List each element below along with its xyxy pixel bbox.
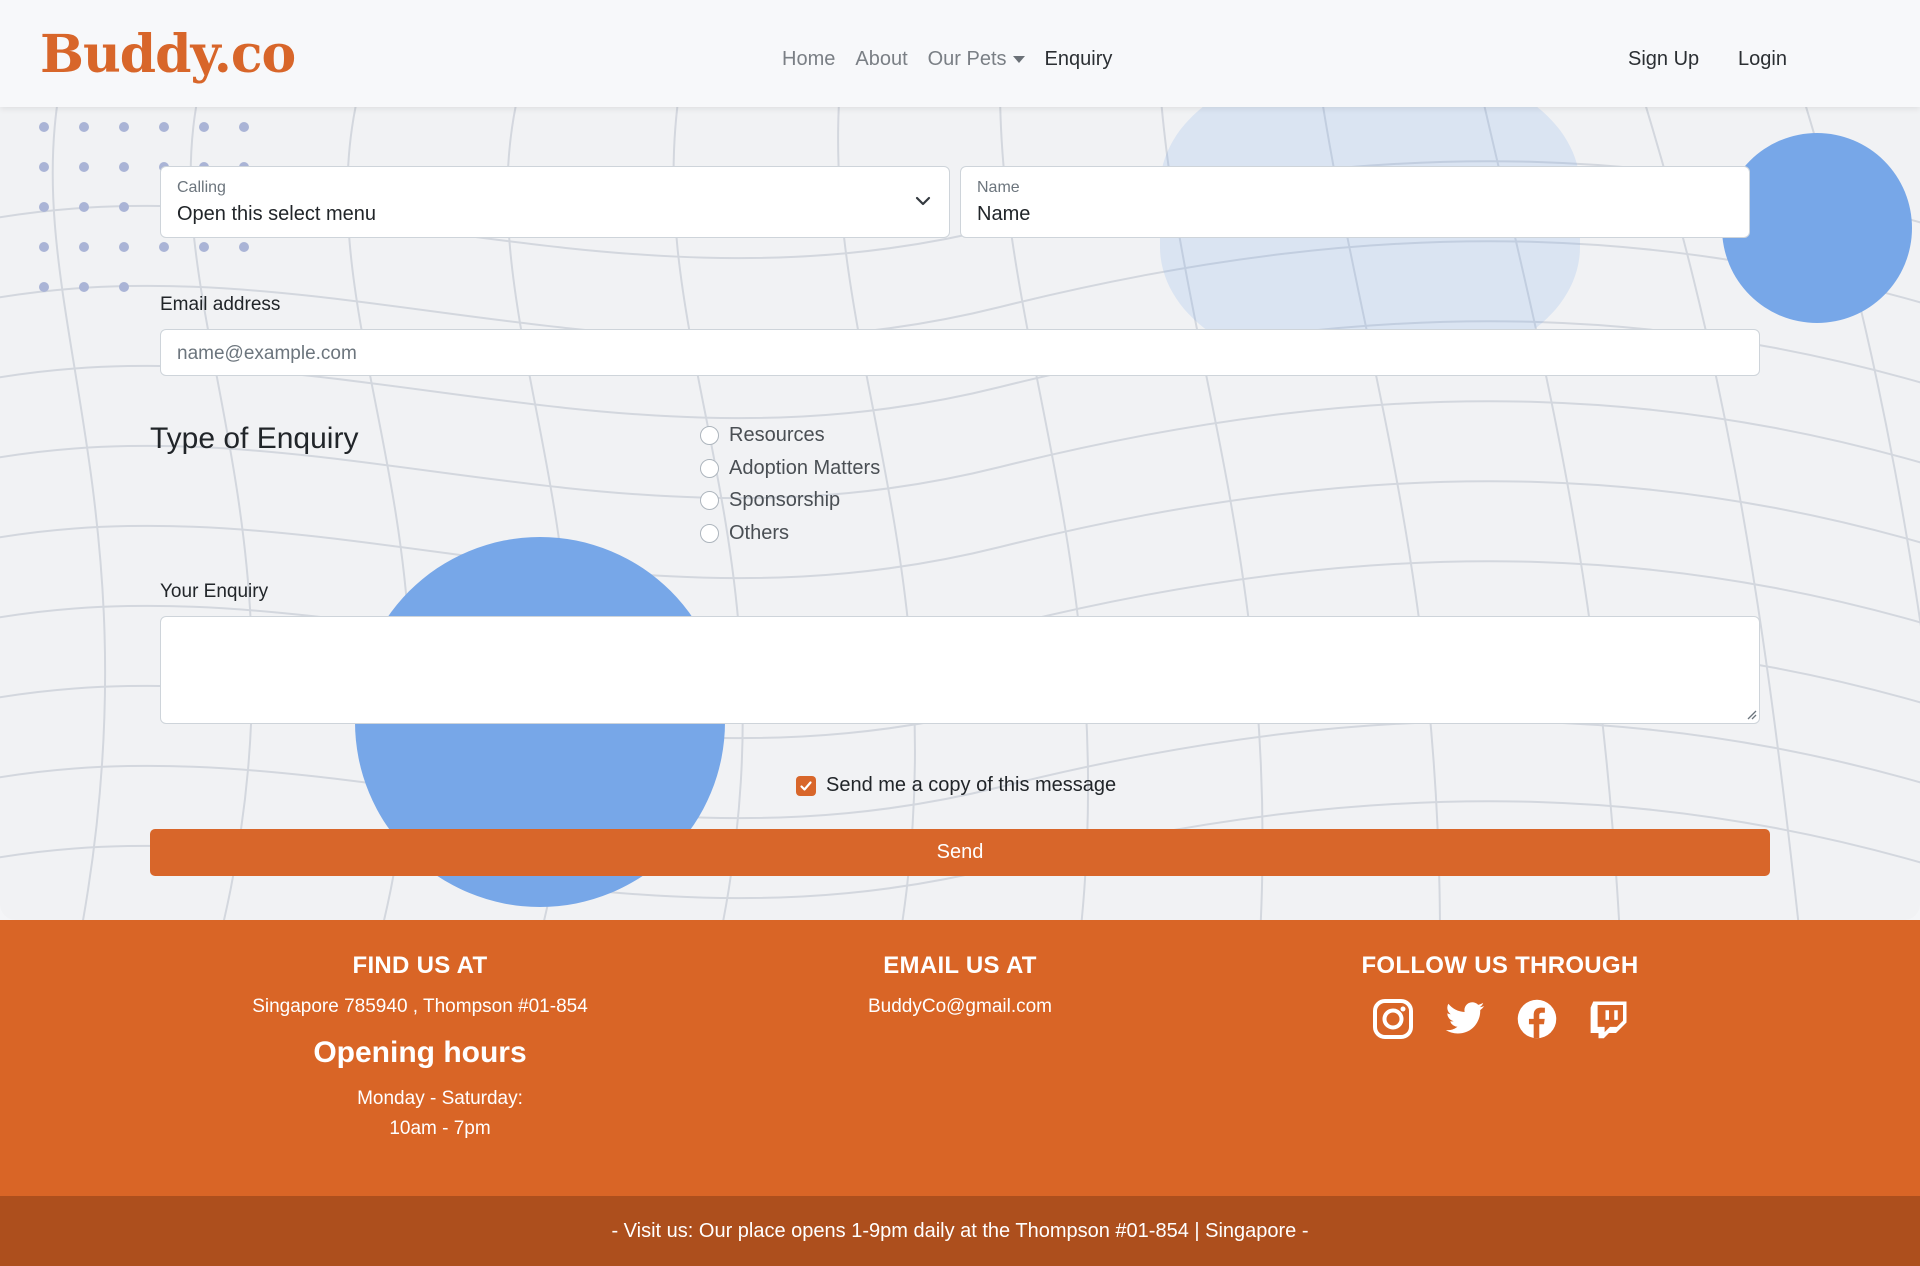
blue-circle-decoration [1722,133,1912,323]
copy-checkbox-label: Send me a copy of this message [826,774,1117,796]
calling-label: Calling [177,179,226,196]
check-icon [800,780,812,791]
radio-button[interactable] [700,459,719,478]
enquiry-type-title: Type of Enquiry [150,422,359,455]
calling-value: Open this select menu [177,203,376,225]
email-placeholder: name@example.com [177,343,357,364]
find-us-column: FIND US AT Singapore 785940 , Thompson #… [220,952,620,1140]
radio-sponsorship[interactable]: Sponsorship [700,489,840,512]
radio-label: Sponsorship [729,489,841,511]
radio-label: Resources [729,424,825,446]
name-value: Name [977,203,1031,225]
twitter-icon[interactable] [1444,998,1486,1040]
your-enquiry-textarea[interactable] [160,616,1760,724]
footer: FIND US AT Singapore 785940 , Thompson #… [0,920,1920,1196]
nav-our-pets-dropdown[interactable]: Our Pets [928,48,1025,71]
radio-resources[interactable]: Resources [700,424,825,447]
radio-label: Others [729,522,790,544]
nav-our-pets-label: Our Pets [927,48,1007,70]
email-link[interactable]: BuddyCo@gmail.com [760,996,1160,1018]
radio-button[interactable] [700,426,719,445]
radio-adoption-matters[interactable]: Adoption Matters [700,457,880,480]
facebook-icon[interactable] [1516,998,1558,1040]
navbar: Buddy.co Home About Our Pets Enquiry Sig… [0,0,1920,107]
footer-bottom-bar: - Visit us: Our place opens 1-9pm daily … [0,1196,1920,1266]
twitch-icon[interactable] [1588,998,1630,1040]
email-field[interactable]: name@example.com [160,329,1760,376]
email-label: Email address [160,294,281,315]
checkbox-checked[interactable] [796,775,816,796]
nav-about[interactable]: About [855,48,907,71]
opening-times: 10am - 7pm [389,1118,491,1139]
main-nav: Home About Our Pets Enquiry [782,48,1112,71]
opening-hours-heading: Opening hours [313,1036,527,1069]
your-enquiry-label: Your Enquiry [160,581,269,602]
nav-enquiry[interactable]: Enquiry [1045,48,1113,71]
radio-button[interactable] [700,491,719,510]
radio-others[interactable]: Others [700,522,789,545]
radio-label: Adoption Matters [729,457,881,479]
copy-checkbox-row[interactable]: Send me a copy of this message [796,774,1116,797]
send-button[interactable]: Send [150,829,1770,876]
calling-select[interactable]: Calling Open this select menu [160,166,950,238]
name-field[interactable]: Name Name [960,166,1750,238]
name-label: Name [977,179,1020,196]
caret-down-icon [1012,56,1025,64]
instagram-icon[interactable] [1372,998,1414,1040]
login-link[interactable]: Login [1738,48,1787,71]
follow-us-column: FOLLOW US THROUGH [1300,952,1700,980]
sign-up-link[interactable]: Sign Up [1628,48,1699,71]
brand-logo[interactable]: Buddy.co [40,24,296,85]
nav-home[interactable]: Home [782,48,835,71]
find-us-heading: FIND US AT [352,952,488,979]
opening-days: Monday - Saturday: [357,1088,523,1109]
social-icons [1372,998,1630,1040]
enquiry-section: Calling Open this select menu Name Name … [0,107,1920,920]
email-us-heading: EMAIL US AT [883,952,1037,979]
resize-grip-icon[interactable] [1745,708,1757,720]
radio-button[interactable] [700,524,719,543]
address-text: Singapore 785940 , Thompson #01-854 [252,996,588,1017]
email-us-column: EMAIL US AT BuddyCo@gmail.com [760,952,1160,1018]
follow-us-heading: FOLLOW US THROUGH [1361,952,1639,979]
chevron-down-icon [915,196,931,206]
